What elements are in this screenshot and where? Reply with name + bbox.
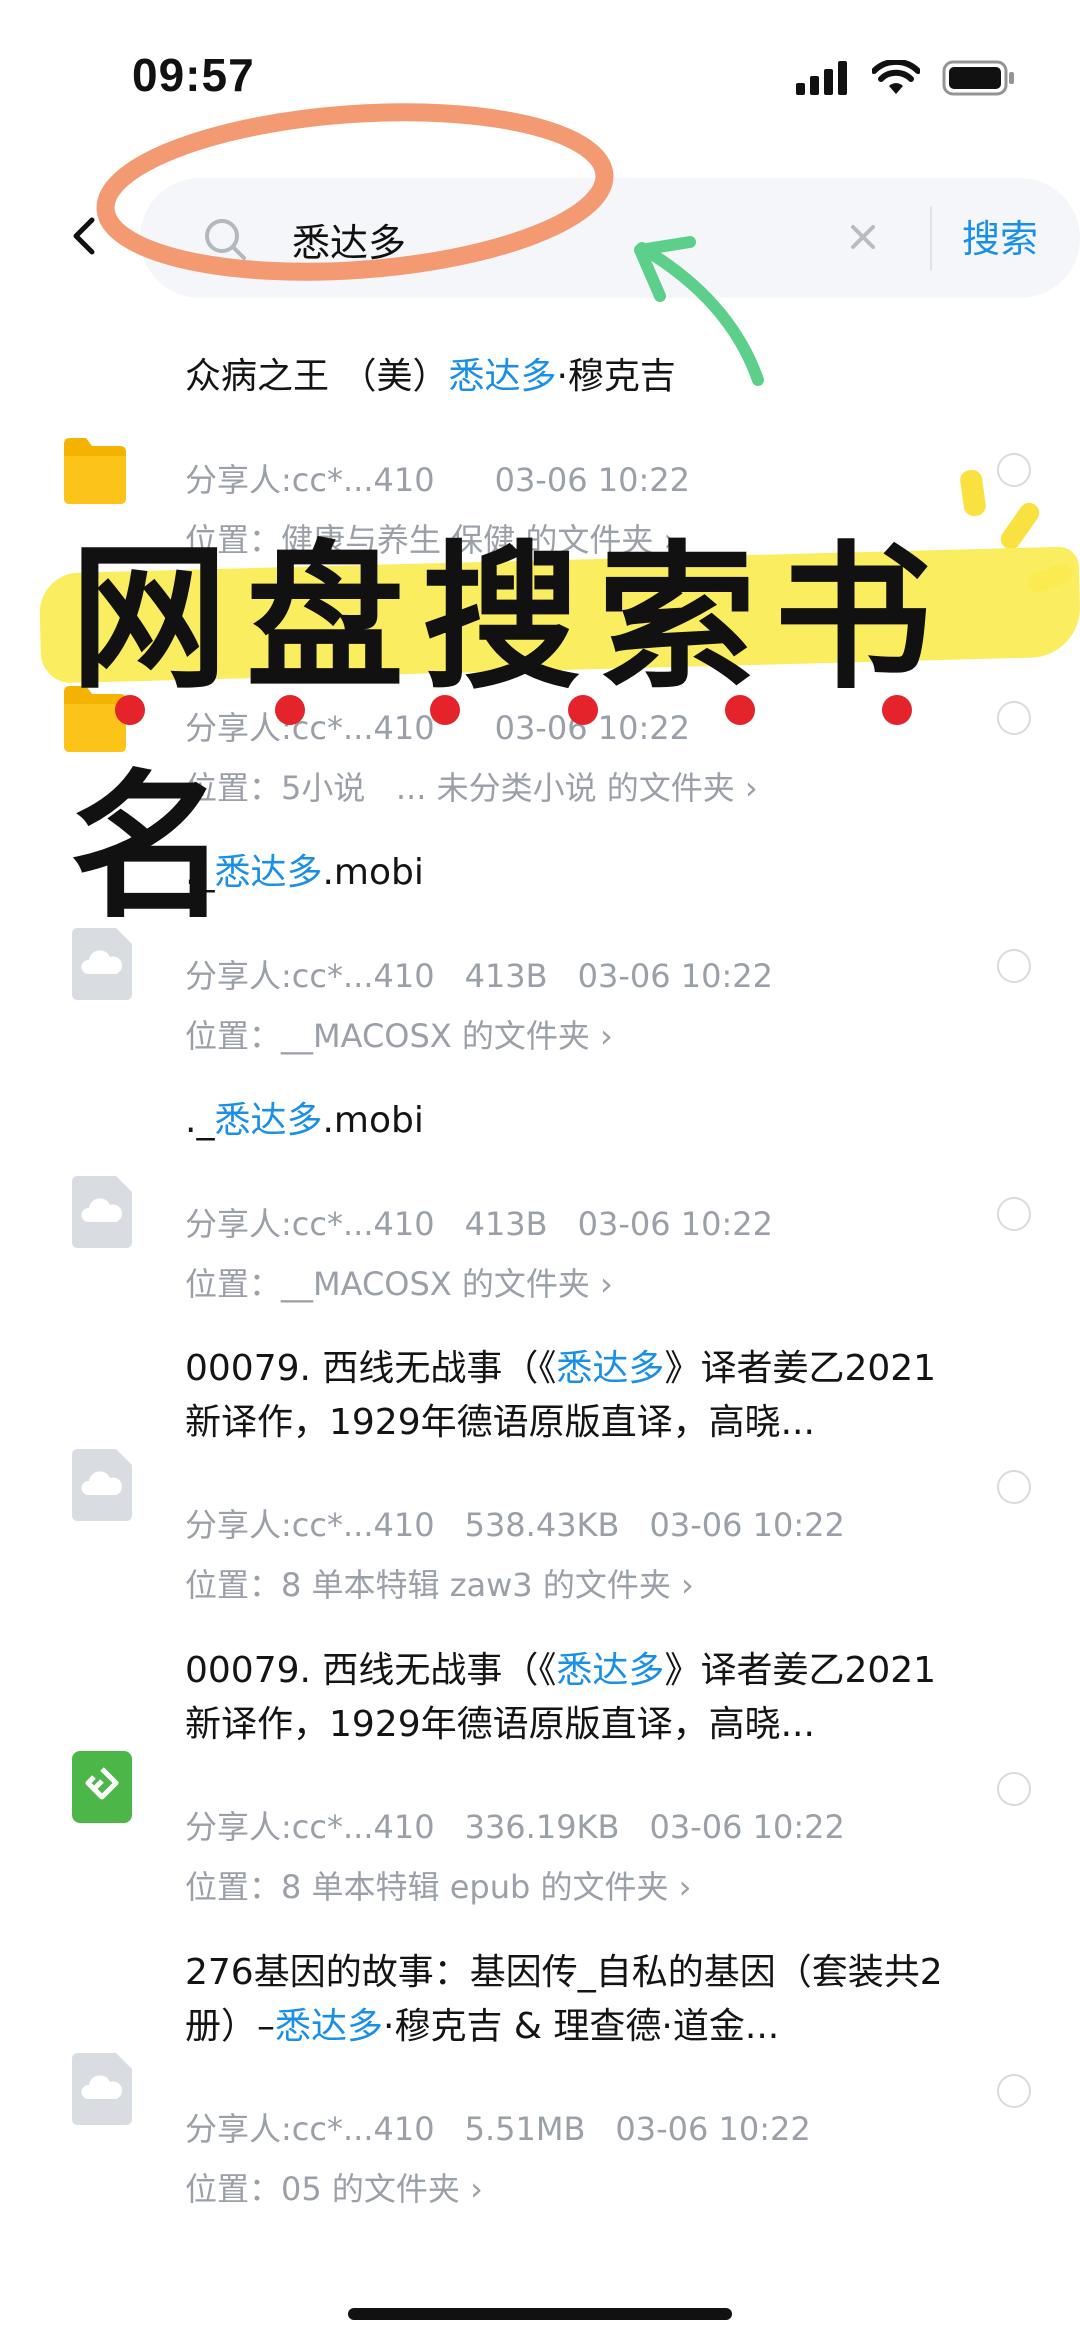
- cloud-file-icon: [72, 1176, 132, 1248]
- search-field: 搜索: [140, 178, 1080, 298]
- cloud-file-icon: [72, 2053, 132, 2125]
- epub-icon: [72, 1751, 132, 1823]
- cloud-file-icon: [72, 1449, 132, 1521]
- item-meta: 分享人:cc*...410 336.19KB 03-06 10:22: [185, 1808, 845, 1846]
- item-meta: 分享人:cc*...410 5.51MB 03-06 10:22: [185, 2110, 811, 2148]
- search-bar: 搜索: [40, 178, 1080, 298]
- item-meta: 分享人:cc*...410 538.43KB 03-06 10:22: [185, 1506, 845, 1544]
- chevron-left-icon: [73, 217, 95, 255]
- item-title: 00079. 西线无战事（《悉达多》译者姜乙2021新译作，1929年德语原版直…: [185, 1348, 937, 1443]
- home-indicator: [348, 2308, 732, 2320]
- back-button[interactable]: [58, 206, 108, 266]
- select-radio[interactable]: [997, 2074, 1031, 2108]
- item-title: ._悉达多.mobi: [185, 1100, 424, 1141]
- list-item[interactable]: 00079. 西线无战事（《悉达多》译者姜乙2021新译作，1929年德语原版直…: [0, 1342, 1080, 1644]
- list-item[interactable]: ._悉达多.mobi 分享人:cc*...410 413B 03-06 10:22 …: [0, 1094, 1080, 1342]
- select-radio[interactable]: [997, 949, 1031, 983]
- search-divider: [930, 206, 932, 270]
- status-time: 09:57: [132, 49, 255, 101]
- item-location[interactable]: 位置：8 单本特辑 zaw3 的文件夹 ›: [185, 1560, 694, 1606]
- list-item[interactable]: 00079. 西线无战事（《悉达多》译者姜乙2021新译作，1929年德语原版直…: [0, 1644, 1080, 1946]
- select-radio[interactable]: [997, 1772, 1031, 1806]
- item-location[interactable]: 位置：05 的文件夹 ›: [185, 2164, 483, 2210]
- battery-icon: [942, 60, 1014, 96]
- clear-icon[interactable]: [840, 214, 886, 260]
- select-radio[interactable]: [997, 1470, 1031, 1504]
- list-item[interactable]: 276基因的故事：基因传_自私的基因（套装共2册）–悉达多·穆克吉 & 理查德·…: [0, 1946, 1080, 2248]
- search-icon: [205, 219, 246, 260]
- select-radio[interactable]: [997, 453, 1031, 487]
- search-button[interactable]: 搜索: [962, 208, 1038, 263]
- item-meta: 分享人:cc*...410 413B 03-06 10:22: [185, 957, 773, 995]
- item-location[interactable]: 位置：8 单本特辑 epub 的文件夹 ›: [185, 1862, 691, 1908]
- item-location[interactable]: 位置：__MACOSX 的文件夹 ›: [185, 1259, 613, 1305]
- item-meta: 分享人:cc*...410 413B 03-06 10:22: [185, 1205, 773, 1243]
- item-title: 276基因的故事：基因传_自私的基因（套装共2册）–悉达多·穆克吉 & 理查德·…: [185, 1952, 943, 2047]
- item-location[interactable]: 位置：__MACOSX 的文件夹 ›: [185, 1011, 613, 1057]
- signal-icon: [796, 61, 847, 95]
- item-title: 00079. 西线无战事（《悉达多》译者姜乙2021新译作，1929年德语原版直…: [185, 1650, 937, 1745]
- item-title: 众病之王 （美）悉达多·穆克吉: [185, 356, 676, 397]
- status-icons: [796, 60, 1016, 96]
- status-bar: 09:57: [0, 0, 1080, 150]
- select-radio[interactable]: [997, 1197, 1031, 1231]
- search-input[interactable]: [290, 206, 894, 272]
- wifi-icon: [872, 60, 920, 94]
